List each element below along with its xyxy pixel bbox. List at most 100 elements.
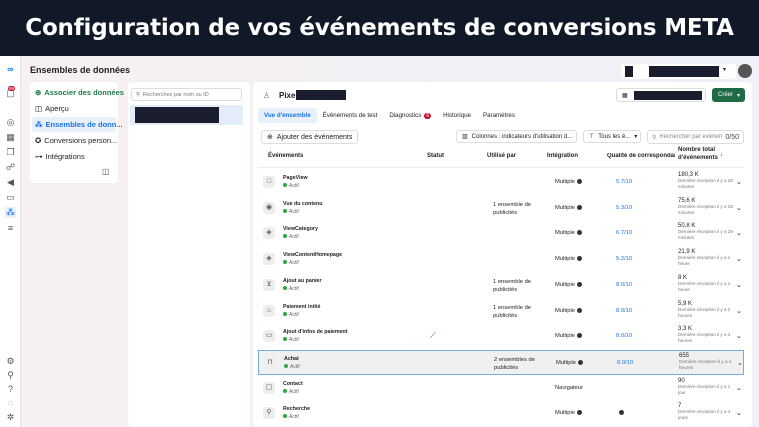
- info-icon[interactable]: [577, 359, 583, 365]
- integration: Multiple: [555, 204, 582, 211]
- event-status: Actif: [284, 363, 300, 370]
- match-quality[interactable]: 8.0/10: [616, 282, 632, 288]
- table-row[interactable]: ⌂ Paiement initié Actif 1 ensemble de pu…: [258, 299, 744, 324]
- chevron-down-icon[interactable]: ⌄: [736, 204, 742, 212]
- event-icon: ◈: [263, 253, 275, 266]
- chevron-down-icon[interactable]: ⌄: [736, 384, 742, 392]
- tab-history[interactable]: Historique: [437, 108, 477, 123]
- campaign-icon[interactable]: ◀: [5, 177, 16, 188]
- settings-icon[interactable]: ⚙: [5, 356, 16, 367]
- integration: Multiple: [556, 359, 583, 366]
- notification-badge: 99: [8, 86, 16, 91]
- support-icon[interactable]: ◌: [5, 398, 16, 409]
- integration: Navigateur: [555, 384, 584, 391]
- datasets-icon[interactable]: ⁂: [5, 207, 16, 218]
- account-selector[interactable]: ▾: [621, 64, 736, 79]
- info-icon[interactable]: [576, 333, 582, 339]
- chevron-down-icon: ▾: [634, 134, 638, 140]
- datasets-icon: ⁂: [35, 120, 43, 129]
- info-icon[interactable]: [576, 410, 582, 416]
- billing-icon[interactable]: ▭: [5, 192, 16, 203]
- create-button[interactable]: Créer ▾: [712, 88, 745, 102]
- event-search-input[interactable]: ⚲Rechercher par événement0/50: [647, 130, 744, 144]
- chevron-down-icon[interactable]: ⌄: [736, 229, 742, 237]
- nav-overview[interactable]: ◫ Aperçu: [32, 101, 116, 116]
- chevron-down-icon[interactable]: ⌄: [737, 359, 743, 367]
- match-quality[interactable]: 8.0/10: [616, 308, 632, 314]
- search-icon[interactable]: ⚲: [5, 370, 16, 381]
- info-icon[interactable]: [576, 230, 582, 236]
- table-row[interactable]: ⊓ Achat Actif 2 ensembles de publicités …: [258, 349, 744, 375]
- match-quality[interactable]: 8.0/10: [616, 333, 632, 339]
- chevron-down-icon[interactable]: ⌄: [736, 281, 742, 289]
- nav-datasets[interactable]: ⁂ Ensembles de donn...: [32, 117, 123, 132]
- tab-settings[interactable]: Paramètres: [477, 108, 521, 123]
- tab-test-events[interactable]: Événements de test: [317, 108, 384, 123]
- event-status: Actif: [283, 208, 299, 215]
- integration: Multiple: [555, 307, 582, 314]
- event-total: 655 Dernière réception il y a 4 heures: [679, 352, 732, 370]
- pixel-name: Pixel: [279, 91, 298, 100]
- meta-logo-icon: ∞: [7, 64, 14, 74]
- events-filter[interactable]: ⊤ Tous les é... ▾: [583, 130, 641, 143]
- dashboard-icon[interactable]: ◎: [5, 117, 16, 128]
- collapse-panel-icon[interactable]: ◫: [102, 167, 110, 176]
- info-icon[interactable]: [576, 256, 582, 262]
- info-icon[interactable]: [576, 281, 582, 287]
- event-icon: ◈: [263, 227, 275, 240]
- event-total: 3,3 K Dernière réception il y a 4 heures: [678, 326, 731, 344]
- event-name: Contact: [283, 380, 303, 387]
- menu-icon[interactable]: ≡: [5, 223, 16, 234]
- nav-custom-conversions[interactable]: ✪ Conversions person...: [32, 133, 117, 148]
- match-quality[interactable]: 5.3/10: [616, 205, 632, 211]
- tab-overview[interactable]: Vue d'ensemble: [258, 108, 317, 123]
- event-total: 50,8 K Dernière réception il y a 29 minut…: [678, 223, 733, 241]
- bug-icon[interactable]: ✲: [5, 412, 16, 423]
- audience-icon[interactable]: ☍: [5, 162, 16, 173]
- match-quality[interactable]: 6.7/10: [616, 230, 632, 236]
- dataset-selector[interactable]: ▦: [616, 88, 706, 102]
- info-icon[interactable]: [619, 410, 624, 416]
- col-used-by: Utilisé par: [487, 153, 517, 159]
- nav-integrations[interactable]: ⊶ Intégrations: [32, 149, 116, 164]
- nav-connect-data[interactable]: ⊕ Associer des données: [32, 85, 124, 100]
- dataset-item[interactable]: [130, 105, 243, 125]
- event-status: Actif: [283, 414, 299, 420]
- chevron-down-icon[interactable]: ⌄: [736, 409, 742, 417]
- pixel-icon: ♙: [263, 91, 271, 100]
- info-icon[interactable]: [576, 307, 582, 313]
- status-dot-icon: [283, 285, 287, 290]
- table-row[interactable]: □ PageView Actif Multiple 5.7/10 180,3 K…: [258, 170, 744, 195]
- tab-diagnostics[interactable]: Diagnostics 6: [383, 108, 437, 123]
- match-quality[interactable]: 5.2/10: [616, 256, 632, 262]
- help-icon[interactable]: ?: [5, 384, 16, 395]
- info-icon[interactable]: [576, 204, 582, 210]
- integration: Multiple: [555, 281, 582, 288]
- chevron-down-icon[interactable]: ⌄: [736, 255, 742, 263]
- status-dot-icon: [283, 414, 287, 419]
- table-row[interactable]: ▭ Ajout d'infos de paiement Actif ⟋ Mult…: [258, 324, 744, 349]
- match-quality[interactable]: 5.7/10: [616, 179, 632, 185]
- match-quality[interactable]: 8.0/10: [617, 360, 633, 366]
- chevron-down-icon[interactable]: ⌄: [736, 178, 742, 186]
- event-total: 5,9 K Dernière réception il y a 2 heures: [678, 300, 731, 318]
- dataset-search-input[interactable]: ⚲ Recherchez par nom ou ID: [131, 88, 242, 101]
- table-row[interactable]: ⊻ Ajout au panier Actif 1 ensemble de pu…: [258, 273, 744, 298]
- info-icon[interactable]: [576, 179, 582, 184]
- avatar[interactable]: [738, 64, 752, 78]
- plus-circle-icon: ⊕: [35, 88, 42, 97]
- columns-dropdown[interactable]: ▥ Colonnes : indicateurs d'utilisation d.…: [456, 130, 577, 143]
- chevron-down-icon[interactable]: ⌄: [736, 332, 742, 340]
- event-status: Actif: [283, 234, 299, 240]
- table-row[interactable]: ▢ Contact Actif Navigateur 90 Dernière ré…: [258, 376, 744, 401]
- event-status: Actif: [283, 183, 299, 189]
- pages-icon[interactable]: ❐: [5, 147, 16, 158]
- sort-arrow-icon[interactable]: ↓: [720, 152, 723, 158]
- table-row[interactable]: ⚲ Recherche Actif Multiple 7 Dernière réc…: [258, 401, 744, 426]
- table-row[interactable]: ◈ ViewCategory Actif Multiple 6.7/10 50,…: [258, 221, 744, 246]
- chevron-down-icon[interactable]: ⌄: [736, 307, 742, 315]
- add-events-button[interactable]: ⊕ Ajouter des événements: [261, 130, 359, 144]
- table-icon[interactable]: ▦: [5, 132, 16, 143]
- table-row[interactable]: ◈ ViewContentHomepage Actif Multiple 5.2…: [258, 247, 744, 272]
- table-row[interactable]: ◉ Vue du contenu Actif 1 ensemble de pub…: [258, 196, 744, 221]
